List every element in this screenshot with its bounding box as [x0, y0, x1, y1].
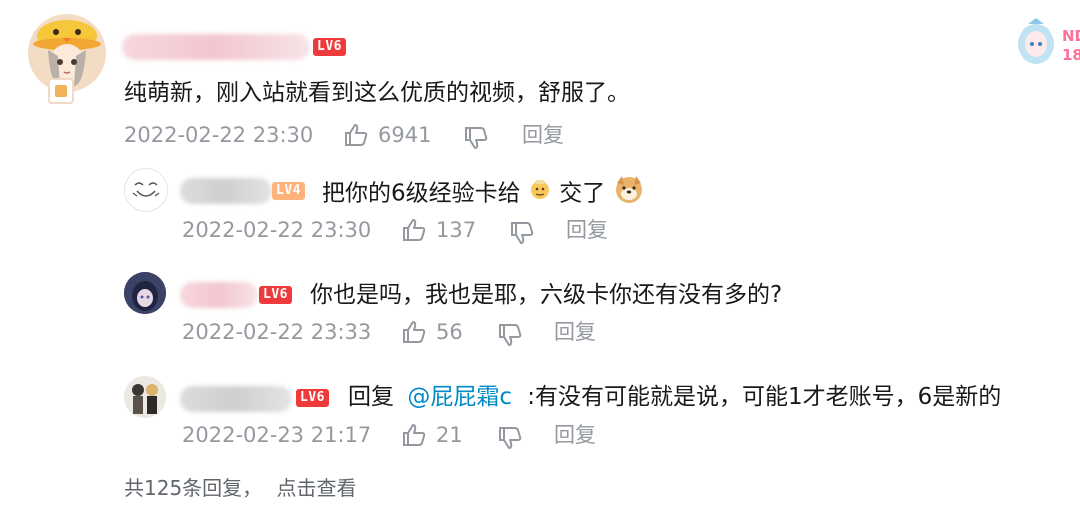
reply-2-text: 你也是吗，我也是耶，六级卡你还有没有多的?: [310, 282, 783, 308]
main-comment-time: 2022-02-22 23:30: [124, 123, 314, 147]
corner-character-avatar[interactable]: [1014, 14, 1058, 66]
reply-2-like-count: 56: [436, 320, 463, 344]
reply-1-reply-button[interactable]: 回复: [566, 215, 608, 245]
reply-3-like-count: 21: [436, 423, 463, 447]
reply-2-dislike-button[interactable]: [496, 321, 524, 353]
thumb-up-icon: [345, 124, 368, 146]
reply-2-username[interactable]: [180, 282, 258, 308]
reply-3-text-body: :有没有可能就是说，可能1才老账号，6是新的: [527, 384, 1002, 410]
view-more-replies: 共125条回复， 点击查看: [124, 473, 357, 503]
reply-3-mention-link[interactable]: @屁屁霜c: [407, 384, 512, 410]
reply-3-prefix: 回复: [348, 384, 394, 410]
reply-2-like-button[interactable]: [400, 318, 428, 350]
thumb-up-icon: [403, 424, 426, 446]
reply-1-avatar[interactable]: [124, 168, 168, 212]
reply-2-level-badge: LV6: [259, 286, 292, 304]
main-comment-avatar-badge: [48, 78, 74, 104]
avatar-illustration: [124, 272, 166, 314]
reply-1-text-b: 交了: [559, 180, 606, 207]
main-comment-reply-button[interactable]: 回复: [522, 120, 564, 150]
reply-1-like-button[interactable]: [400, 216, 428, 248]
reply-3-like-button[interactable]: [400, 421, 428, 453]
reply-1-dislike-button[interactable]: [508, 219, 536, 251]
reply-1-time: 2022-02-22 23:30: [182, 218, 372, 242]
corner-text-line-2: 18: [1062, 46, 1080, 64]
reply-1-text-a: 把你的6级经验卡给: [322, 180, 521, 207]
main-comment-dislike-button[interactable]: [462, 124, 490, 156]
thumb-up-icon: [403, 219, 426, 241]
reply-3-text: 回复 @屁屁霜c :有没有可能就是说，可能1才老账号，6是新的: [348, 380, 1001, 414]
reply-1-level-badge: LV4: [272, 182, 305, 200]
reply-3-level-badge: LV6: [296, 389, 329, 407]
avatar-illustration: [1018, 18, 1054, 64]
reply-count-text: 共125条回复，: [124, 476, 263, 500]
doge-emoji-icon: [613, 173, 645, 215]
reply-3-avatar[interactable]: [124, 376, 166, 418]
emoji-face-icon: [528, 177, 552, 211]
reply-2-time: 2022-02-22 23:33: [182, 320, 372, 344]
reply-3-dislike-button[interactable]: [496, 424, 524, 456]
reply-3-username[interactable]: [180, 386, 292, 412]
thumb-down-icon: [511, 222, 534, 244]
avatar-illustration: [132, 182, 160, 197]
main-comment-level-badge: LV6: [313, 38, 346, 56]
reply-3-time: 2022-02-23 21:17: [182, 423, 372, 447]
reply-1-text: 把你的6级经验卡给 交了: [322, 173, 645, 215]
thumb-up-icon: [403, 321, 426, 343]
thumb-down-icon: [499, 324, 522, 346]
reply-2-avatar[interactable]: [124, 272, 166, 314]
reply-3-reply-button[interactable]: 回复: [554, 420, 596, 450]
reply-1-like-count: 137: [436, 218, 477, 242]
thumb-down-icon: [465, 127, 488, 149]
main-comment-text: 纯萌新，刚入站就看到这么优质的视频，舒服了。: [124, 80, 630, 106]
corner-text-line-1: ND: [1062, 27, 1080, 45]
avatar-illustration: [124, 376, 166, 418]
main-comment-username[interactable]: [122, 34, 310, 60]
main-comment-like-button[interactable]: [342, 121, 370, 153]
reply-2-reply-button[interactable]: 回复: [554, 317, 596, 347]
reply-1-username[interactable]: [180, 178, 272, 204]
view-replies-link[interactable]: 点击查看: [277, 476, 357, 500]
main-comment-like-count: 6941: [378, 123, 432, 147]
thumb-down-icon: [499, 427, 522, 449]
